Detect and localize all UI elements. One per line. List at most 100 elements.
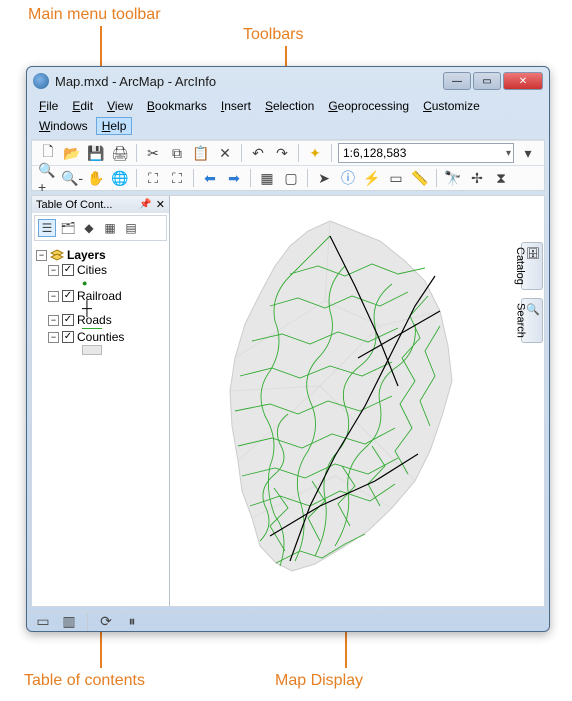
toc-options-icon[interactable]: ▤ — [122, 219, 140, 237]
menu-geoprocessing[interactable]: Geoprocessing — [322, 97, 415, 115]
full-extent-icon[interactable]: 🌐 — [110, 168, 130, 188]
list-by-drawing-order-icon[interactable]: ☰ — [38, 219, 56, 237]
save-icon[interactable]: 💾 — [86, 143, 106, 163]
map-canvas — [180, 206, 520, 606]
menu-help[interactable]: Help — [96, 117, 133, 135]
menu-bookmarks[interactable]: Bookmarks — [141, 97, 213, 115]
fixed-zoom-in-icon[interactable]: ⛶ — [143, 168, 163, 188]
open-icon[interactable]: 📂 — [62, 143, 82, 163]
forward-icon[interactable]: ➡ — [224, 168, 244, 188]
redo-icon[interactable]: ↷ — [272, 143, 292, 163]
legend-railroad: ┼ — [36, 304, 165, 312]
zoom-in-icon[interactable]: 🔍+ — [38, 168, 58, 188]
find-icon[interactable]: 🔭 — [443, 168, 463, 188]
titlebar[interactable]: Map.mxd - ArcMap - ArcInfo — ▭ ✕ — [27, 67, 549, 95]
search-tab[interactable]: 🔍 Search — [521, 298, 543, 343]
point-symbol: ● — [82, 278, 87, 288]
data-view-icon[interactable]: ▭ — [33, 612, 53, 632]
identify-icon[interactable]: ⓘ — [338, 168, 358, 188]
maximize-button[interactable]: ▭ — [473, 72, 501, 90]
railroad-symbol: ┼ — [82, 304, 92, 312]
layers-icon — [50, 249, 64, 261]
layout-view-icon[interactable]: ▥ — [59, 612, 79, 632]
catalog-tab[interactable]: 🗄 Catalog — [521, 242, 543, 290]
select-features-icon[interactable]: ▦ — [257, 168, 277, 188]
layer-checkbox[interactable]: ✓ — [62, 331, 74, 343]
hyperlink-icon[interactable]: ⚡ — [362, 168, 382, 188]
annotation-main-menu: Main menu toolbar — [28, 6, 161, 24]
undo-icon[interactable]: ↶ — [248, 143, 268, 163]
refresh-icon[interactable]: ⟳ — [96, 612, 116, 632]
expander-icon[interactable]: − — [48, 291, 59, 302]
search-tab-label: Search — [514, 303, 526, 338]
list-by-visibility-icon[interactable]: ◆ — [80, 219, 98, 237]
client-area: Table Of Cont... 📌 ✕ ☰ 🗂 ◆ ▦ ▤ − Layers … — [31, 195, 545, 607]
layer-cities[interactable]: − ✓ Cities — [36, 263, 165, 277]
html-popup-icon[interactable]: ▭ — [386, 168, 406, 188]
map-display[interactable] — [170, 196, 544, 606]
list-by-selection-icon[interactable]: ▦ — [101, 219, 119, 237]
close-button[interactable]: ✕ — [503, 72, 543, 90]
time-slider-icon[interactable]: ⧗ — [491, 168, 511, 188]
standard-toolbar: 🗋 📂 💾 🖨 ✂ ⧉ 📋 ✕ ↶ ↷ ✦ 1:6,128,583 ▾ — [32, 140, 544, 165]
menu-view[interactable]: View — [101, 97, 139, 115]
expander-icon[interactable]: − — [36, 250, 47, 261]
layer-roads[interactable]: − ✓ Roads — [36, 313, 165, 327]
fill-symbol — [82, 345, 102, 355]
back-icon[interactable]: ⬅ — [200, 168, 220, 188]
scale-dropdown-icon[interactable]: ▾ — [518, 143, 538, 163]
layer-label: Roads — [77, 313, 112, 327]
delete-icon[interactable]: ✕ — [215, 143, 235, 163]
fixed-zoom-out-icon[interactable]: ⛶ — [167, 168, 187, 188]
table-of-contents: Table Of Cont... 📌 ✕ ☰ 🗂 ◆ ▦ ▤ − Layers … — [32, 196, 170, 606]
minimize-button[interactable]: — — [443, 72, 471, 90]
toc-header[interactable]: Table Of Cont... 📌 ✕ — [32, 196, 169, 213]
layer-checkbox[interactable]: ✓ — [62, 290, 74, 302]
menu-customize[interactable]: Customize — [417, 97, 486, 115]
menu-file[interactable]: File — [33, 97, 64, 115]
copy-icon[interactable]: ⧉ — [167, 143, 187, 163]
menu-insert[interactable]: Insert — [215, 97, 257, 115]
add-data-icon[interactable]: ✦ — [305, 143, 325, 163]
menu-windows[interactable]: Windows — [33, 117, 94, 135]
catalog-tab-label: Catalog — [514, 247, 526, 285]
pause-icon[interactable]: ⏸ — [122, 612, 142, 632]
annotation-toc: Table of contents — [24, 672, 145, 690]
clear-selection-icon[interactable]: ▢ — [281, 168, 301, 188]
layer-tree: − Layers − ✓ Cities ● − ✓ Railroad — [32, 243, 169, 606]
layers-group[interactable]: − Layers — [36, 248, 165, 262]
expander-icon[interactable]: − — [48, 332, 59, 343]
paste-icon[interactable]: 📋 — [191, 143, 211, 163]
side-tabs: 🗄 Catalog 🔍 Search — [521, 242, 543, 343]
layer-railroad[interactable]: − ✓ Railroad — [36, 289, 165, 303]
expander-icon[interactable]: − — [48, 265, 59, 276]
toc-title: Table Of Cont... — [36, 199, 112, 211]
legend-cities: ● — [36, 278, 165, 288]
layer-checkbox[interactable]: ✓ — [62, 264, 74, 276]
select-elements-icon[interactable]: ➤ — [314, 168, 334, 188]
line-symbol — [82, 328, 102, 329]
new-icon[interactable]: 🗋 — [38, 143, 58, 163]
print-icon[interactable]: 🖨 — [110, 143, 130, 163]
scale-combo[interactable]: 1:6,128,583 — [338, 143, 514, 163]
search-icon: 🔍 — [526, 303, 540, 319]
pan-icon[interactable]: ✋ — [86, 168, 106, 188]
list-by-source-icon[interactable]: 🗂 — [59, 219, 77, 237]
tools-toolbar: 🔍+ 🔍- ✋ 🌐 ⛶ ⛶ ⬅ ➡ ▦ ▢ ➤ ⓘ ⚡ ▭ 📏 🔭 ✢ ⧗ — [32, 165, 544, 190]
toc-toolbar: ☰ 🗂 ◆ ▦ ▤ — [34, 215, 167, 241]
layer-checkbox[interactable]: ✓ — [62, 314, 74, 326]
toc-close-icon[interactable]: ✕ — [156, 198, 165, 211]
counties-layer — [230, 221, 452, 571]
layer-counties[interactable]: − ✓ Counties — [36, 330, 165, 344]
menu-selection[interactable]: Selection — [259, 97, 320, 115]
cut-icon[interactable]: ✂ — [143, 143, 163, 163]
layer-label: Counties — [77, 330, 124, 344]
menu-edit[interactable]: Edit — [66, 97, 99, 115]
pin-icon[interactable]: 📌 — [139, 199, 151, 210]
measure-icon[interactable]: 📏 — [410, 168, 430, 188]
window-title: Map.mxd - ArcMap - ArcInfo — [55, 74, 443, 89]
zoom-out-icon[interactable]: 🔍- — [62, 168, 82, 188]
legend-roads — [36, 328, 165, 329]
go-to-xy-icon[interactable]: ✢ — [467, 168, 487, 188]
expander-icon[interactable]: − — [48, 315, 59, 326]
